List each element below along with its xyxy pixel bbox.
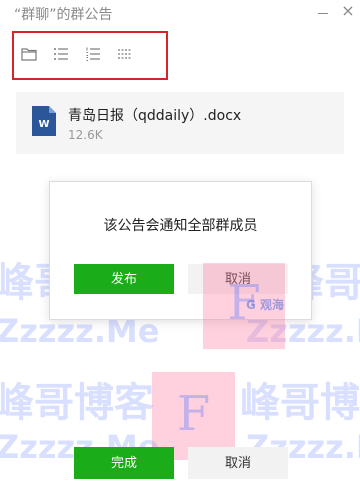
cancel-button[interactable]: 取消 — [188, 447, 288, 479]
title-bar: “群聊”的群公告 × — [0, 0, 360, 28]
window-title: “群聊”的群公告 — [14, 7, 113, 23]
attachment-name: 青岛日报（qddaily）.docx — [68, 108, 242, 124]
bullet-list-icon[interactable] — [52, 45, 70, 63]
word-file-icon: W — [32, 106, 56, 136]
word-file-letter: W — [38, 119, 49, 130]
minimize-icon[interactable] — [318, 13, 328, 14]
confirm-dialog: 该公告会通知全部群成员 发布 取消 — [49, 181, 312, 320]
publish-button[interactable]: 发布 — [74, 264, 174, 294]
watermark-letter: F — [176, 386, 211, 442]
close-icon[interactable]: × — [340, 3, 356, 19]
dialog-cancel-button[interactable]: 取消 — [188, 264, 288, 294]
watermark-text: 峰哥博客 — [0, 380, 154, 426]
folder-icon[interactable] — [20, 45, 38, 63]
numbered-list-icon[interactable] — [84, 45, 102, 63]
more-icon[interactable] — [116, 45, 134, 63]
attachment-size: 12.6K — [68, 128, 103, 142]
watermark-text: 峰哥博客 — [240, 380, 360, 426]
attachment-card[interactable]: W 青岛日报（qddaily）.docx 12.6K — [16, 92, 344, 154]
done-button[interactable]: 完成 — [74, 447, 174, 479]
dialog-message: 该公告会通知全部群成员 — [103, 218, 258, 234]
